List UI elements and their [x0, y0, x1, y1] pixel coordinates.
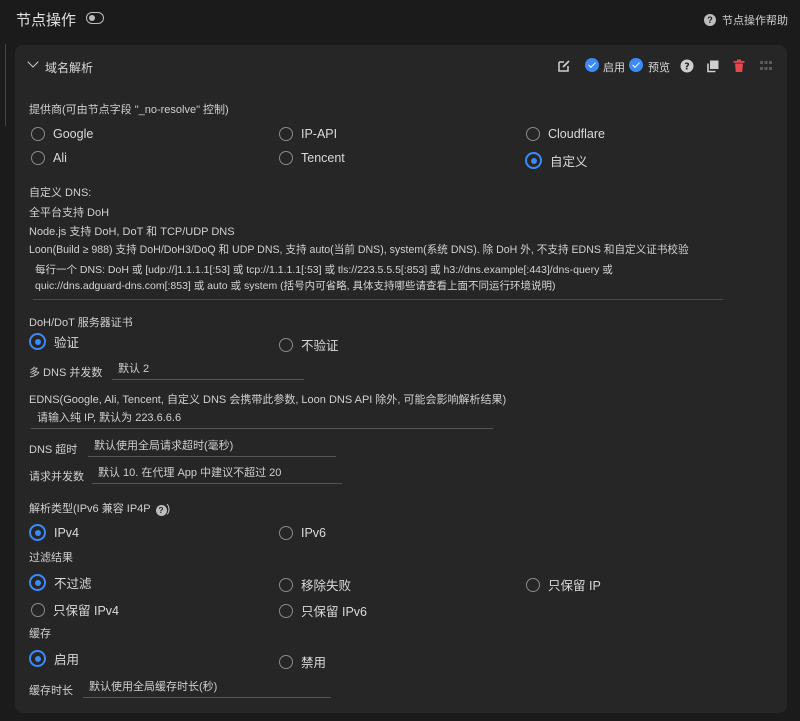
provider-option-cloudflare[interactable]: Cloudflare [526, 127, 605, 141]
enable-label[interactable]: 启用 [603, 59, 625, 75]
cert-option-no-verify[interactable]: 不验证 [279, 335, 339, 354]
resolve-type-option-ipv4[interactable]: IPv4 [29, 524, 79, 541]
cert-option-verify[interactable]: 验证 [29, 332, 79, 351]
request-concurrency-label: 请求并发数 [29, 471, 84, 483]
edns-label: EDNS(Google, Ali, Tencent, 自定义 DNS 会携带此参… [29, 394, 507, 406]
request-concurrency-input[interactable]: 默认 10. 在代理 App 中建议不超过 20 [92, 464, 342, 484]
radio-icon [279, 603, 293, 618]
svg-text:?: ? [684, 62, 690, 73]
radio-selected-icon [29, 650, 46, 667]
cache-option-disable[interactable]: 禁用 [279, 652, 326, 671]
enable-check-icon[interactable] [585, 58, 599, 72]
radio-icon [31, 602, 45, 617]
cache-ttl-label: 缓存时长 [29, 685, 73, 697]
page-title: 节点操作 [16, 12, 77, 29]
cache-label: 缓存 [29, 628, 51, 640]
radio-icon [31, 151, 45, 165]
preview-check-icon[interactable] [629, 58, 643, 72]
radio-icon [279, 151, 293, 165]
filter-option-remove-failed[interactable]: 移除失败 [279, 575, 351, 594]
cert-label: DoH/DoT 服务器证书 [29, 317, 133, 329]
radio-icon [31, 127, 45, 141]
cache-option-enable[interactable]: 启用 [29, 649, 79, 668]
filter-option-ip-only[interactable]: 只保留 IP [526, 575, 601, 594]
radio-icon [526, 577, 540, 592]
radio-selected-icon [29, 333, 46, 350]
custom-dns-note: Loon(Build ≥ 988) 支持 DoH/DoH3/DoQ 和 UDP … [29, 244, 689, 256]
top-bar: 节点操作 ? 节点操作帮助 [0, 0, 800, 40]
card-header[interactable]: 域名解析 启用 预览 ? [15, 45, 787, 87]
custom-dns-placeholder-line: 每行一个 DNS: DoH 或 [udp://]1.1.1.1[:53] 或 t… [35, 264, 613, 276]
dns-timeout-label: DNS 超时 [29, 444, 78, 456]
trash-icon[interactable] [732, 59, 746, 73]
filter-label: 过滤结果 [29, 552, 73, 564]
radio-selected-icon [29, 524, 46, 541]
radio-icon [279, 127, 293, 141]
provider-option-ali[interactable]: Ali [31, 151, 67, 165]
radio-icon [279, 654, 293, 669]
provider-option-custom[interactable]: 自定义 [525, 151, 588, 170]
custom-dns-textarea[interactable]: 每行一个 DNS: DoH 或 [udp://]1.1.1.1[:53] 或 t… [33, 262, 723, 300]
provider-option-ip-api[interactable]: IP-API [279, 127, 337, 141]
card-title: 域名解析 [45, 61, 94, 75]
provider-option-google[interactable]: Google [31, 127, 93, 141]
radio-icon [526, 127, 540, 141]
preview-label[interactable]: 预览 [648, 59, 670, 75]
help-link-label: 节点操作帮助 [722, 15, 788, 27]
help-link[interactable]: ? 节点操作帮助 [704, 12, 788, 28]
filter-option-ipv6-only[interactable]: 只保留 IPv6 [279, 601, 367, 620]
custom-dns-note: 全平台支持 DoH [29, 207, 110, 219]
radio-icon [279, 577, 293, 592]
chevron-down-icon[interactable] [27, 56, 39, 68]
toggle-icon[interactable] [86, 12, 104, 24]
filter-option-none[interactable]: 不过滤 [29, 573, 92, 592]
provider-option-tencent[interactable]: Tencent [279, 151, 345, 165]
custom-dns-heading: 自定义 DNS: [29, 187, 92, 199]
radio-selected-icon [525, 152, 542, 169]
left-edge-divider [0, 44, 6, 126]
radio-selected-icon [29, 574, 46, 591]
radio-icon [279, 526, 293, 540]
drag-handle-icon[interactable] [759, 59, 773, 73]
dns-resolve-card: 域名解析 启用 预览 ? 提供商(可由节点字段 "_no-resolve" 控制… [15, 45, 787, 713]
custom-dns-placeholder-line: quic://dns.adguard-dns.com[:853] 或 auto … [35, 280, 556, 292]
custom-dns-note: Node.js 支持 DoH, DoT 和 TCP/UDP DNS [29, 226, 235, 238]
filter-option-ipv4-only[interactable]: 只保留 IPv4 [31, 600, 119, 619]
dns-timeout-input[interactable]: 默认使用全局请求超时(毫秒) [88, 437, 336, 457]
help-icon: ? [704, 14, 716, 26]
concurrency-label: 多 DNS 并发数 [29, 367, 103, 379]
help-icon[interactable]: ? [155, 505, 167, 516]
copy-icon[interactable] [706, 59, 720, 73]
edns-input[interactable]: 请输入纯 IP, 默认为 223.6.6.6 [31, 409, 493, 429]
concurrency-input[interactable]: 默认 2 [112, 360, 304, 380]
resolve-type-option-ipv6[interactable]: IPv6 [279, 526, 326, 540]
provider-label: 提供商(可由节点字段 "_no-resolve" 控制) [29, 104, 229, 116]
edit-icon[interactable] [557, 59, 571, 73]
cache-ttl-input[interactable]: 默认使用全局缓存时长(秒) [83, 678, 331, 698]
radio-icon [279, 337, 293, 352]
resolve-type-label: 解析类型(IPv6 兼容 IP4P ?) [29, 503, 171, 516]
question-icon[interactable]: ? [680, 59, 694, 73]
